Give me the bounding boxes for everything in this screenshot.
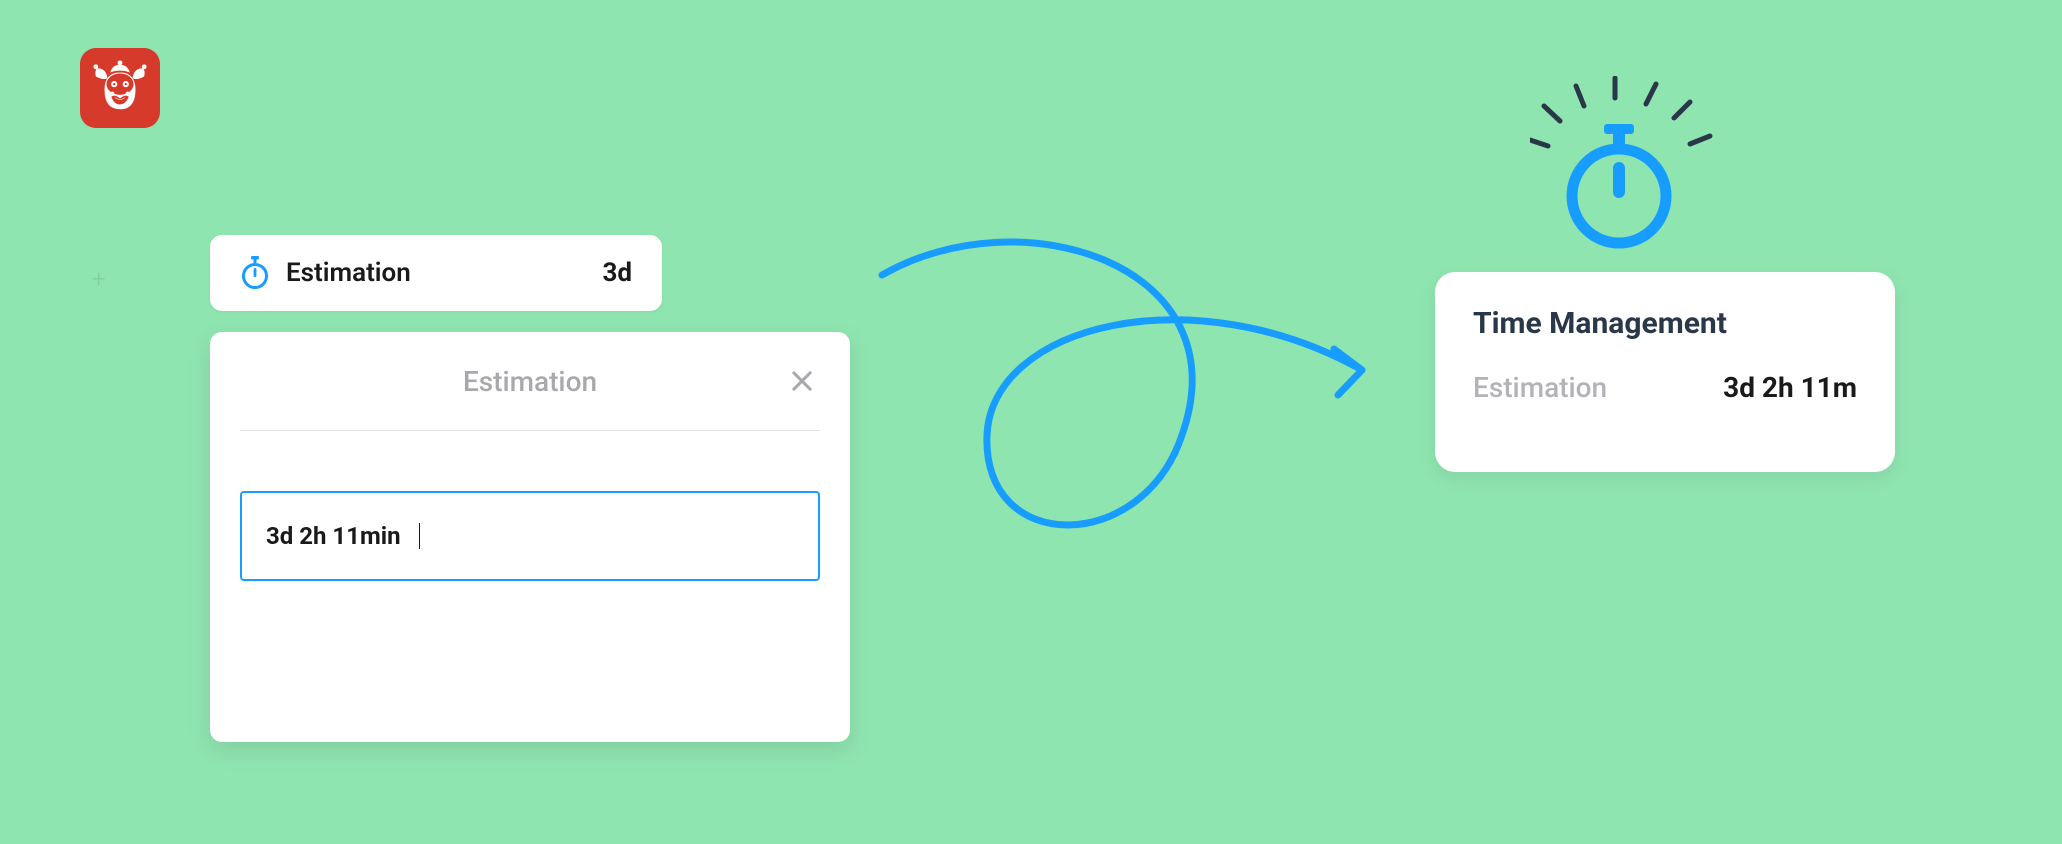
card-row: Estimation 3d 2h 11m xyxy=(1473,371,1857,404)
time-management-card: Time Management Estimation 3d 2h 11m xyxy=(1435,272,1895,472)
plus-decor-icon: + xyxy=(92,265,106,293)
card-row-value: 3d 2h 11m xyxy=(1723,371,1857,404)
arrow-decor-icon xyxy=(872,235,1392,665)
divider xyxy=(240,430,820,431)
close-icon xyxy=(788,367,816,395)
app-logo xyxy=(80,48,160,128)
editor-header: Estimation xyxy=(210,332,850,430)
stopwatch-icon xyxy=(240,256,270,290)
card-title: Time Management xyxy=(1473,306,1857,341)
text-cursor xyxy=(419,523,421,549)
card-row-label: Estimation xyxy=(1473,371,1607,404)
estimation-input-value: 3d 2h 11min xyxy=(266,522,401,550)
estimation-editor-popup: Estimation 3d 2h 11min xyxy=(210,332,850,742)
estimation-input[interactable]: 3d 2h 11min xyxy=(240,491,820,581)
editor-title: Estimation xyxy=(463,365,597,398)
close-button[interactable] xyxy=(784,363,820,399)
estimation-label: Estimation xyxy=(286,258,411,288)
estimation-value: 3d xyxy=(602,258,632,288)
stopwatch-large-icon xyxy=(1530,76,1720,266)
jester-icon xyxy=(91,59,149,117)
estimation-field-summary[interactable]: Estimation 3d xyxy=(210,235,662,311)
